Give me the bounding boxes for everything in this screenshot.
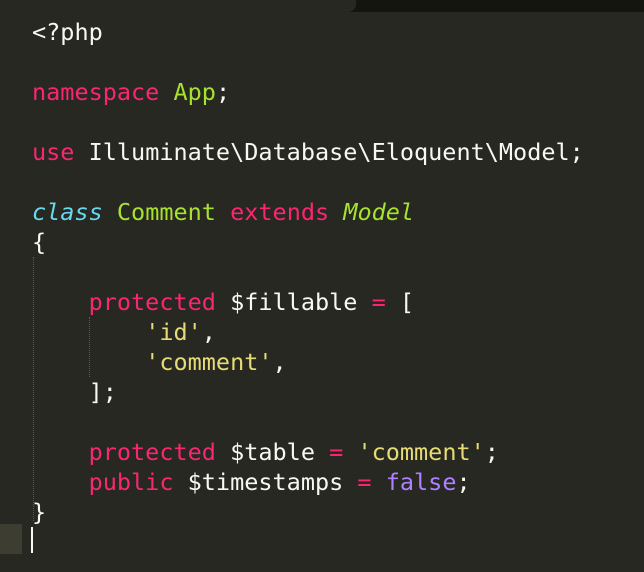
code-token: ; bbox=[484, 438, 499, 466]
code-token: ; bbox=[215, 78, 231, 106]
code-token: 'comment' bbox=[145, 348, 273, 376]
code-line[interactable]: 'id', bbox=[32, 317, 584, 347]
code-line[interactable] bbox=[32, 47, 584, 77]
code-token: Illuminate\Database\Eloquent\Model; bbox=[74, 138, 584, 166]
code-line[interactable]: use Illuminate\Database\Eloquent\Model; bbox=[32, 137, 584, 167]
code-line[interactable]: protected $table = 'comment'; bbox=[32, 437, 584, 467]
code-token: = bbox=[371, 288, 386, 316]
code-token: <?php bbox=[32, 18, 103, 46]
text-cursor bbox=[31, 527, 33, 553]
code-line[interactable]: class Comment extends Model bbox=[32, 197, 584, 227]
code-token: Model bbox=[343, 198, 415, 226]
code-token: , bbox=[201, 318, 216, 346]
code-token: protected bbox=[88, 288, 216, 316]
code-token: public bbox=[88, 468, 174, 496]
code-token: App bbox=[173, 78, 216, 106]
code-token: 'id' bbox=[145, 318, 202, 346]
code-line[interactable] bbox=[32, 167, 584, 197]
code-token: namespace bbox=[32, 78, 160, 106]
code-token: ; bbox=[456, 468, 471, 496]
code-line[interactable]: protected $fillable = [ bbox=[32, 287, 584, 317]
code-token: use bbox=[32, 138, 75, 166]
code-token: false bbox=[385, 468, 457, 496]
tab-bar bbox=[0, 0, 644, 12]
code-token: } bbox=[32, 498, 47, 526]
code-token: { bbox=[32, 228, 47, 256]
code-line[interactable] bbox=[32, 527, 584, 557]
code-line[interactable]: ]; bbox=[32, 377, 584, 407]
active-tab[interactable] bbox=[0, 0, 356, 12]
code-token: $fillable bbox=[215, 288, 372, 316]
code-line[interactable] bbox=[32, 257, 584, 287]
code-token: [ bbox=[385, 288, 415, 316]
code-token: protected bbox=[88, 438, 216, 466]
current-line-highlight bbox=[0, 524, 22, 554]
code-token: Comment bbox=[116, 198, 216, 226]
code-token: $timestamps bbox=[173, 468, 358, 496]
editor-window: <?php namespace App; use Illuminate\Data… bbox=[0, 0, 644, 572]
code-line[interactable]: 'comment', bbox=[32, 347, 584, 377]
tab-edge bbox=[356, 0, 370, 12]
code-line[interactable]: } bbox=[32, 497, 584, 527]
code-token: 'comment' bbox=[357, 438, 485, 466]
code-area[interactable]: <?php namespace App; use Illuminate\Data… bbox=[32, 17, 584, 557]
code-line[interactable] bbox=[32, 107, 584, 137]
code-token: $table bbox=[215, 438, 330, 466]
code-line[interactable]: public $timestamps = false; bbox=[32, 467, 584, 497]
code-token: ]; bbox=[32, 378, 117, 406]
code-token: extends bbox=[230, 198, 330, 226]
code-line[interactable]: <?php bbox=[32, 17, 584, 47]
code-token: = bbox=[357, 468, 372, 496]
code-token: class bbox=[32, 198, 103, 226]
code-line[interactable] bbox=[32, 407, 584, 437]
code-token: = bbox=[329, 438, 344, 466]
code-line[interactable]: namespace App; bbox=[32, 77, 584, 107]
code-line[interactable]: { bbox=[32, 227, 584, 257]
line-gutter bbox=[0, 12, 22, 572]
code-token: , bbox=[272, 348, 287, 376]
